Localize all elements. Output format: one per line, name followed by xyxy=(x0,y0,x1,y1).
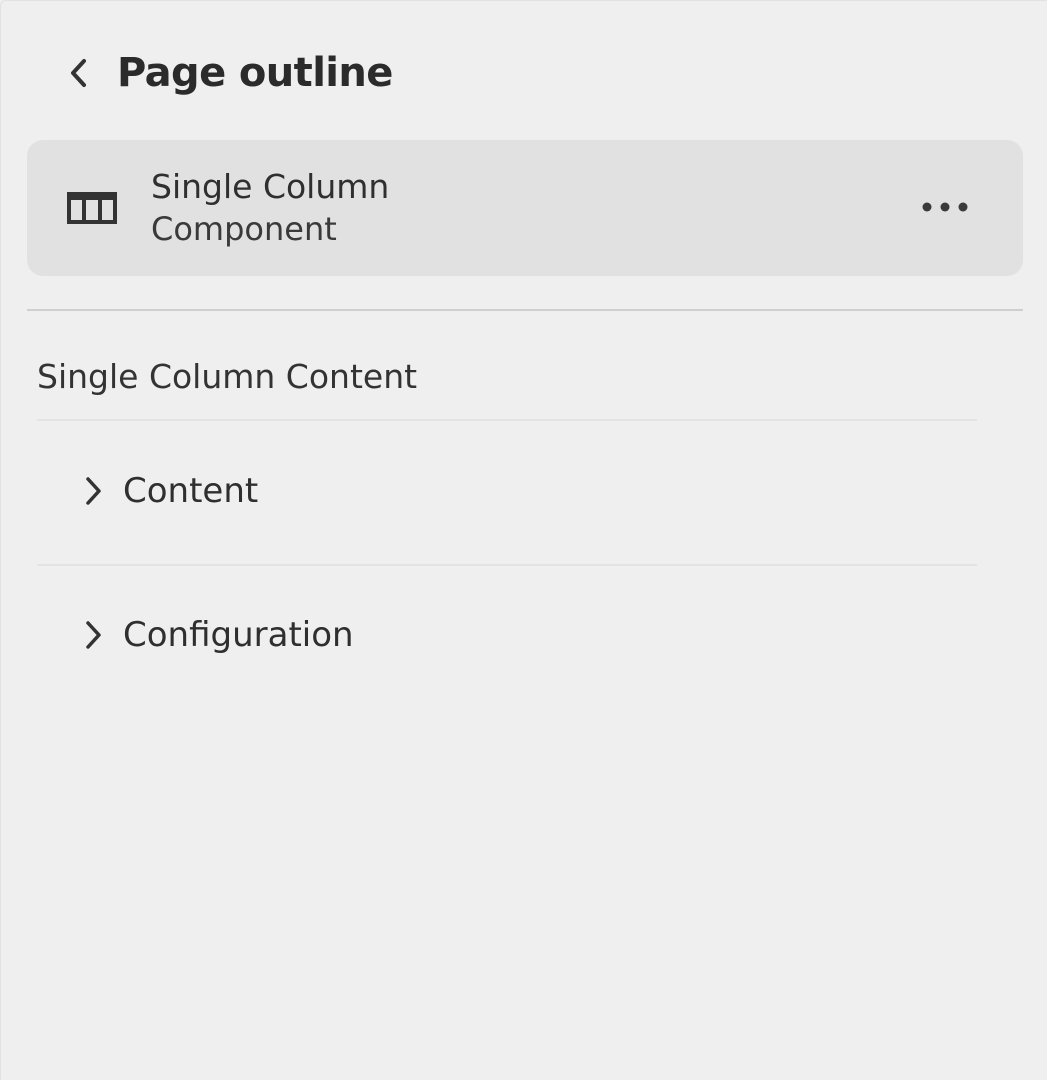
row-separator xyxy=(37,564,977,566)
accordion-label: Content xyxy=(123,471,259,511)
page-outline-panel: Page outline Single Column Component Sin… xyxy=(0,0,1047,1080)
accordion-label: Configuration xyxy=(123,615,354,655)
accordion-configuration[interactable]: Configuration xyxy=(37,585,977,685)
component-text: Single Column Component xyxy=(151,166,389,250)
component-item[interactable]: Single Column Component xyxy=(27,140,1023,276)
component-name: Single Column xyxy=(151,167,390,206)
section-heading: Single Column Content xyxy=(37,357,418,396)
page-title: Page outline xyxy=(117,50,393,96)
more-options-button[interactable] xyxy=(907,184,983,230)
chevron-right-icon xyxy=(79,473,109,509)
component-type: Component xyxy=(151,210,337,248)
accordion-content[interactable]: Content xyxy=(37,441,977,541)
row-separator xyxy=(37,419,977,421)
back-button[interactable] xyxy=(67,53,97,93)
chevron-right-icon xyxy=(79,617,109,653)
panel-header: Page outline xyxy=(67,43,393,103)
chevron-left-icon xyxy=(71,59,86,87)
more-horizontal-icon xyxy=(922,202,968,212)
columns-icon xyxy=(67,192,117,224)
divider xyxy=(27,309,1023,311)
